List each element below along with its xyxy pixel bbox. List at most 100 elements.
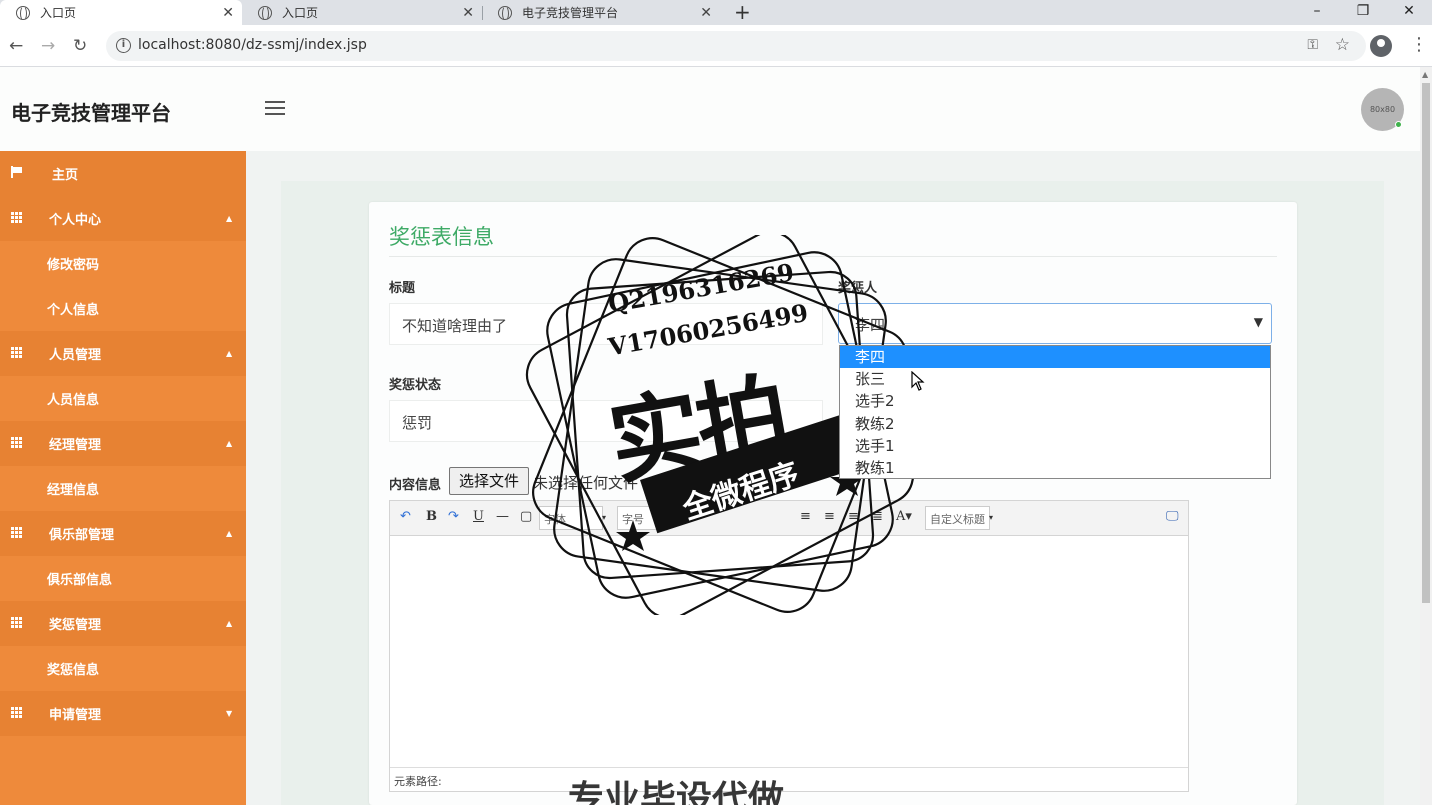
url-text[interactable]: localhost:8080/dz-ssmj/index.jsp (138, 37, 367, 53)
dropdown-option[interactable]: 选手2 (840, 390, 1270, 412)
dropdown-arrow-icon: ▾ (602, 513, 607, 522)
sidebar-item-label: 个人中心 (49, 213, 102, 228)
rich-text-editor[interactable]: ↶ B ↷ U — ▢ 字体 ▾ 字号 ≡ ≡ ≡ ≣ A▾ 自定义标题 ▾ 🖵 元… (389, 500, 1189, 792)
align-center-icon[interactable]: ≡ (800, 509, 811, 524)
minimize-icon[interactable]: – (1294, 0, 1340, 25)
sidebar-item-label: 俱乐部信息 (47, 573, 113, 588)
back-icon[interactable]: ← (9, 36, 23, 56)
flag-icon (11, 166, 23, 178)
title-label: 标题 (389, 281, 416, 296)
grid-icon (11, 527, 23, 538)
sidebar-item-9[interactable]: 奖惩管理 ▲ (0, 601, 246, 646)
mouse-cursor-icon (911, 371, 925, 391)
globe-icon (498, 5, 512, 21)
sidebar-item-home[interactable]: 主页 (0, 151, 246, 196)
indent-icon[interactable]: ≣ (872, 509, 883, 524)
font-family-select[interactable]: 字体 ▾ (539, 506, 606, 530)
restore-icon[interactable]: ❐ (1340, 0, 1386, 25)
key-icon[interactable]: ⚿ (1307, 37, 1318, 53)
page-title: 奖惩表信息 (389, 225, 494, 249)
font-color-icon[interactable]: A▾ (896, 509, 912, 524)
sidebar-item-label: 奖惩管理 (49, 618, 102, 633)
align-right-icon[interactable]: ≡ (824, 509, 835, 524)
brand-title: 电子竞技管理平台 (11, 101, 171, 125)
address-bar-row: ← → ↻ i localhost:8080/dz-ssmj/index.jsp… (0, 25, 1432, 67)
grid-icon (11, 212, 23, 223)
person-dropdown-list[interactable]: 李四 张三 选手2 教练2 选手1 教练1 (839, 345, 1271, 479)
sidebar-item-0[interactable]: 个人中心 ▲ (0, 196, 246, 241)
editor-toolbar: ↶ B ↷ U — ▢ 字体 ▾ 字号 ≡ ≡ ≡ ≣ A▾ 自定义标题 ▾ 🖵 (390, 501, 1188, 536)
sidebar-item-4[interactable]: 人员信息 (0, 376, 246, 421)
sidebar-item-6[interactable]: 经理信息 (0, 466, 246, 511)
sidebar-item-5[interactable]: 经理管理 ▲ (0, 421, 246, 466)
new-tab-button[interactable]: + (734, 0, 751, 25)
sidebar-item-2[interactable]: 个人信息 (0, 286, 246, 331)
border-icon[interactable]: ▢ (520, 509, 532, 524)
editor-element-path: 元素路径: (390, 767, 1188, 791)
sidebar-item-7[interactable]: 俱乐部管理 ▲ (0, 511, 246, 556)
grid-icon (11, 617, 23, 628)
browser-tab-3[interactable]: 电子竞技管理平台 ✕ (482, 0, 720, 25)
online-status-dot (1395, 121, 1402, 128)
globe-icon (258, 5, 272, 21)
sidebar-item-11[interactable]: 申请管理 ▼ (0, 691, 246, 736)
hamburger-icon[interactable] (265, 101, 285, 119)
caret-up-icon: ▲ (226, 529, 233, 538)
browser-tab-2[interactable]: 入口页 ✕ (242, 0, 482, 25)
reload-icon[interactable]: ↻ (73, 36, 87, 56)
scrollbar-thumb[interactable] (1422, 83, 1430, 603)
window-close-icon[interactable]: ✕ (1386, 0, 1432, 25)
dropdown-option[interactable]: 李四 (840, 346, 1270, 369)
undo-icon[interactable]: ↶ (400, 509, 411, 524)
omnibox[interactable]: i localhost:8080/dz-ssmj/index.jsp ⚿ ☆ (106, 31, 1366, 61)
sidebar-item-label: 经理信息 (47, 483, 100, 498)
fullscreen-icon[interactable]: 🖵 (1166, 509, 1179, 524)
close-icon[interactable]: ✕ (462, 5, 474, 21)
align-justify-icon[interactable]: ≡ (848, 509, 859, 524)
window-controls: – ❐ ✕ (1294, 0, 1432, 25)
dropdown-option[interactable]: 教练1 (840, 457, 1270, 479)
profile-icon[interactable] (1370, 35, 1392, 57)
sidebar-item-label: 人员信息 (47, 393, 100, 408)
sidebar-item-label: 人员管理 (49, 348, 102, 363)
sidebar-item-10[interactable]: 奖惩信息 (0, 646, 246, 691)
more-menu-icon[interactable]: ⋮ (1410, 34, 1428, 55)
browser-tab-bar: 入口页 ✕ 入口页 ✕ 电子竞技管理平台 ✕ + – ❐ ✕ (0, 0, 1432, 25)
caret-up-icon: ▲ (226, 619, 233, 628)
horizontal-rule-icon[interactable]: — (496, 509, 509, 524)
app-header: 电子竞技管理平台 80x80 (0, 67, 1420, 151)
info-icon[interactable]: i (116, 38, 131, 53)
content-label: 内容信息 (389, 478, 442, 493)
scroll-up-icon[interactable]: ▲ (1422, 70, 1428, 79)
dropdown-arrow-icon: ▾ (989, 513, 994, 522)
grid-icon (11, 707, 23, 718)
dropdown-option[interactable]: 教练2 (840, 413, 1270, 435)
browser-tab-1[interactable]: 入口页 ✕ (0, 0, 242, 25)
sidebar-item-8[interactable]: 俱乐部信息 (0, 556, 246, 601)
person-label: 奖惩人 (838, 281, 878, 296)
close-icon[interactable]: ✕ (222, 5, 234, 21)
forward-icon[interactable]: → (41, 36, 55, 56)
sidebar-item-3[interactable]: 人员管理 ▲ (0, 331, 246, 376)
page-scrollbar[interactable]: ▲ (1420, 67, 1432, 805)
dropdown-option[interactable]: 张三 (840, 368, 1270, 390)
sidebar-item-label: 俱乐部管理 (49, 528, 115, 543)
redo-icon[interactable]: ↷ (448, 509, 459, 524)
person-select[interactable]: 李四 ▼ (838, 303, 1272, 344)
grid-icon (11, 437, 23, 448)
caret-up-icon: ▲ (226, 349, 233, 358)
dropdown-option[interactable]: 选手1 (840, 435, 1270, 457)
star-icon[interactable]: ☆ (1335, 35, 1350, 55)
status-label: 奖惩状态 (389, 378, 442, 393)
custom-heading-select[interactable]: 自定义标题 ▾ (925, 506, 993, 530)
caret-up-icon: ▲ (226, 214, 233, 223)
sidebar-item-1[interactable]: 修改密码 (0, 241, 246, 286)
underline-icon[interactable]: U (473, 509, 484, 524)
grid-icon (11, 347, 23, 358)
choose-file-button[interactable]: 选择文件 (449, 467, 529, 495)
bold-icon[interactable]: B (426, 509, 437, 524)
sidebar-item-label: 经理管理 (49, 438, 102, 453)
sidebar-item-label: 申请管理 (49, 708, 102, 723)
close-icon[interactable]: ✕ (700, 5, 712, 21)
globe-icon (16, 5, 30, 21)
